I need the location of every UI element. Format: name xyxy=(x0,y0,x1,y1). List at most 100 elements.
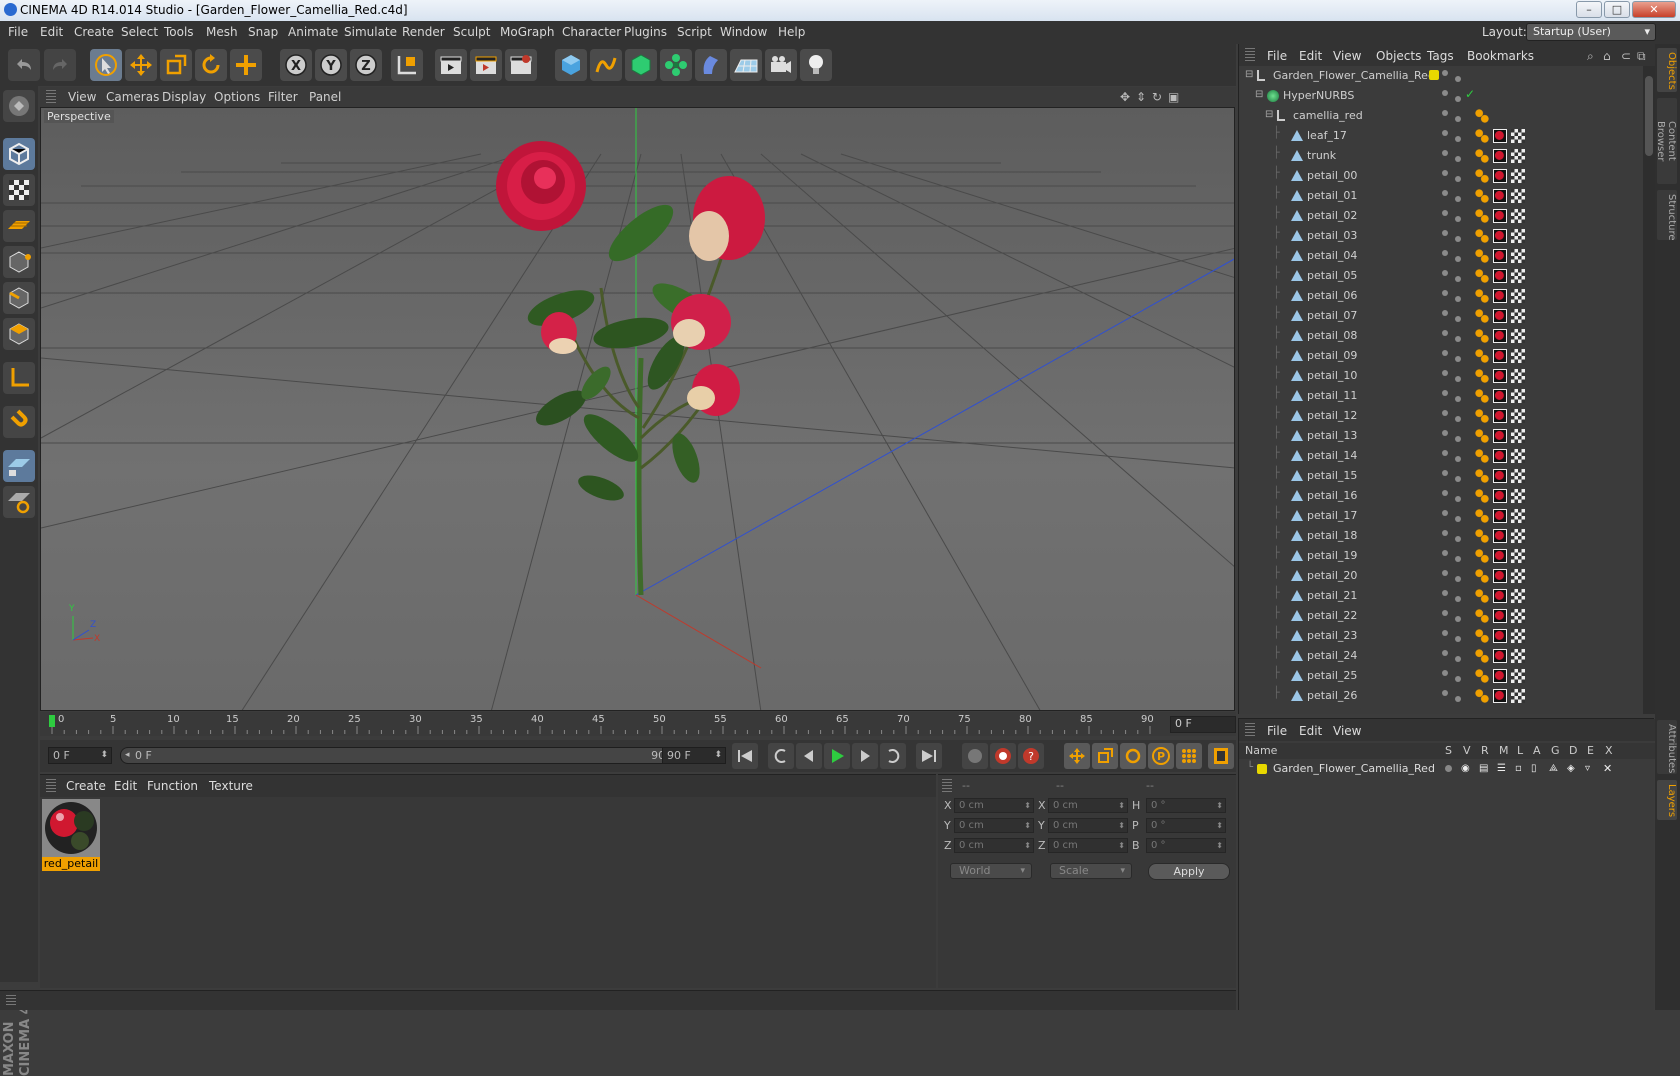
phong-tag-icon[interactable] xyxy=(1475,589,1489,603)
layer-col-locked[interactable]: L xyxy=(1517,744,1523,757)
phong-tag-icon[interactable] xyxy=(1475,429,1489,443)
menu-sculpt[interactable]: Sculpt xyxy=(453,25,490,39)
expression-icon[interactable]: ▿ xyxy=(1585,763,1590,774)
phong-tag-icon[interactable] xyxy=(1475,269,1489,283)
pos-y-field[interactable]: 0 cm ⬍ xyxy=(954,818,1034,833)
phong-tag-icon[interactable] xyxy=(1475,309,1489,323)
uvw-tag-icon[interactable] xyxy=(1511,229,1525,243)
uvw-tag-icon[interactable] xyxy=(1511,269,1525,283)
viewport-rotate-icon[interactable]: ↻ xyxy=(1152,90,1162,104)
last-tool-button[interactable] xyxy=(230,49,262,81)
viewport-maximize-icon[interactable]: ▣ xyxy=(1168,90,1179,104)
tab-layers[interactable]: Layers xyxy=(1657,780,1677,820)
move-tool-button[interactable] xyxy=(125,49,157,81)
eye-icon[interactable]: ◉ xyxy=(1461,763,1470,774)
record-position-button[interactable] xyxy=(1064,743,1090,769)
object-menu-bookmarks[interactable]: Bookmarks xyxy=(1467,49,1534,63)
uvw-tag-icon[interactable] xyxy=(1511,569,1525,583)
render-visibility-dot[interactable] xyxy=(1455,136,1461,142)
render-visibility-dot[interactable] xyxy=(1455,456,1461,462)
phong-tag-icon[interactable] xyxy=(1475,109,1489,123)
material-menu-create[interactable]: Create xyxy=(66,779,106,793)
xref-icon[interactable]: ✕ xyxy=(1603,762,1612,775)
object-row[interactable]: ├ petail_16 xyxy=(1239,486,1643,506)
y-axis-lock-button[interactable]: Y xyxy=(315,49,347,81)
planar-workplane-button[interactable] xyxy=(3,486,35,518)
material-tag-icon[interactable] xyxy=(1493,549,1507,563)
editor-visibility-dot[interactable] xyxy=(1442,390,1448,396)
editor-visibility-dot[interactable] xyxy=(1442,70,1448,76)
layer-menu-file[interactable]: File xyxy=(1267,724,1287,738)
uvw-tag-icon[interactable] xyxy=(1511,369,1525,383)
phong-tag-icon[interactable] xyxy=(1475,549,1489,563)
redo-button[interactable] xyxy=(44,49,76,81)
record-rotation-button[interactable] xyxy=(1120,743,1146,769)
object-row[interactable]: ├ petail_17 xyxy=(1239,506,1643,526)
material-tag-icon[interactable] xyxy=(1493,229,1507,243)
phong-tag-icon[interactable] xyxy=(1475,489,1489,503)
viewport-menu-filter[interactable]: Filter xyxy=(268,90,298,104)
uvw-tag-icon[interactable] xyxy=(1511,509,1525,523)
uvw-tag-icon[interactable] xyxy=(1511,589,1525,603)
live-selection-button[interactable] xyxy=(90,49,122,81)
layer-menu-edit[interactable]: Edit xyxy=(1299,724,1322,738)
phong-tag-icon[interactable] xyxy=(1475,669,1489,683)
object-row[interactable]: ├ petail_11 xyxy=(1239,386,1643,406)
material-tag-icon[interactable] xyxy=(1493,489,1507,503)
editor-visibility-dot[interactable] xyxy=(1442,510,1448,516)
editor-visibility-dot[interactable] xyxy=(1442,550,1448,556)
apply-button[interactable]: Apply xyxy=(1148,863,1230,880)
editor-visibility-dot[interactable] xyxy=(1442,130,1448,136)
viewport-menu-view[interactable]: View xyxy=(68,90,96,104)
render-visibility-dot[interactable] xyxy=(1455,296,1461,302)
rot-h-field[interactable]: 0 ° ⬍ xyxy=(1146,798,1226,813)
layer-col-animation[interactable]: A xyxy=(1533,744,1541,757)
object-menu-view[interactable]: View xyxy=(1333,49,1361,63)
menu-plugins[interactable]: Plugins xyxy=(624,25,667,39)
keyframe-selection-button[interactable]: ? xyxy=(1018,743,1044,769)
new-window-icon[interactable]: ⧉ xyxy=(1637,49,1646,64)
render-visibility-dot[interactable] xyxy=(1455,276,1461,282)
object-row[interactable]: ├ petail_06 xyxy=(1239,286,1643,306)
editor-visibility-dot[interactable] xyxy=(1442,630,1448,636)
uvw-tag-icon[interactable] xyxy=(1511,149,1525,163)
object-row[interactable]: ├ petail_07 xyxy=(1239,306,1643,326)
menu-window[interactable]: Window xyxy=(720,25,767,39)
uvw-tag-icon[interactable] xyxy=(1511,649,1525,663)
editor-visibility-dot[interactable] xyxy=(1442,350,1448,356)
object-row[interactable]: ├ petail_02 xyxy=(1239,206,1643,226)
material-tag-icon[interactable] xyxy=(1493,609,1507,623)
tab-attributes[interactable]: Attributes xyxy=(1657,720,1677,774)
collapse-icon[interactable]: ⊟ xyxy=(1245,69,1253,80)
uvw-tag-icon[interactable] xyxy=(1511,389,1525,403)
uvw-tag-icon[interactable] xyxy=(1511,329,1525,343)
render-visibility-dot[interactable] xyxy=(1455,356,1461,362)
menu-tools[interactable]: Tools xyxy=(164,25,194,39)
tweak-mode-button[interactable] xyxy=(3,406,35,438)
material-menu-edit[interactable]: Edit xyxy=(114,779,137,793)
phong-tag-icon[interactable] xyxy=(1475,449,1489,463)
material-tag-icon[interactable] xyxy=(1493,269,1507,283)
pos-z-field[interactable]: 0 cm ⬍ xyxy=(954,838,1034,853)
render-visibility-dot[interactable] xyxy=(1455,256,1461,262)
editor-visibility-dot[interactable] xyxy=(1442,590,1448,596)
render-visibility-dot[interactable] xyxy=(1455,316,1461,322)
phong-tag-icon[interactable] xyxy=(1475,349,1489,363)
tab-objects[interactable]: Objects xyxy=(1657,48,1677,92)
editor-visibility-dot[interactable] xyxy=(1442,430,1448,436)
uvw-tag-icon[interactable] xyxy=(1511,669,1525,683)
render-visibility-dot[interactable] xyxy=(1455,116,1461,122)
editor-visibility-dot[interactable] xyxy=(1442,690,1448,696)
deformer-icon[interactable]: ◈ xyxy=(1567,763,1575,774)
object-row[interactable]: ├ petail_12 xyxy=(1239,406,1643,426)
object-row[interactable]: ├ petail_13 xyxy=(1239,426,1643,446)
menu-snap[interactable]: Snap xyxy=(248,25,278,39)
editor-visibility-dot[interactable] xyxy=(1442,410,1448,416)
material-tag-icon[interactable] xyxy=(1493,349,1507,363)
viewport-menu-options[interactable]: Options xyxy=(214,90,260,104)
object-row[interactable]: ├ petail_19 xyxy=(1239,546,1643,566)
locked-workplane-button[interactable] xyxy=(3,450,35,482)
render-visibility-dot[interactable] xyxy=(1455,436,1461,442)
editor-visibility-dot[interactable] xyxy=(1442,330,1448,336)
object-row[interactable]: ├ petail_15 xyxy=(1239,466,1643,486)
